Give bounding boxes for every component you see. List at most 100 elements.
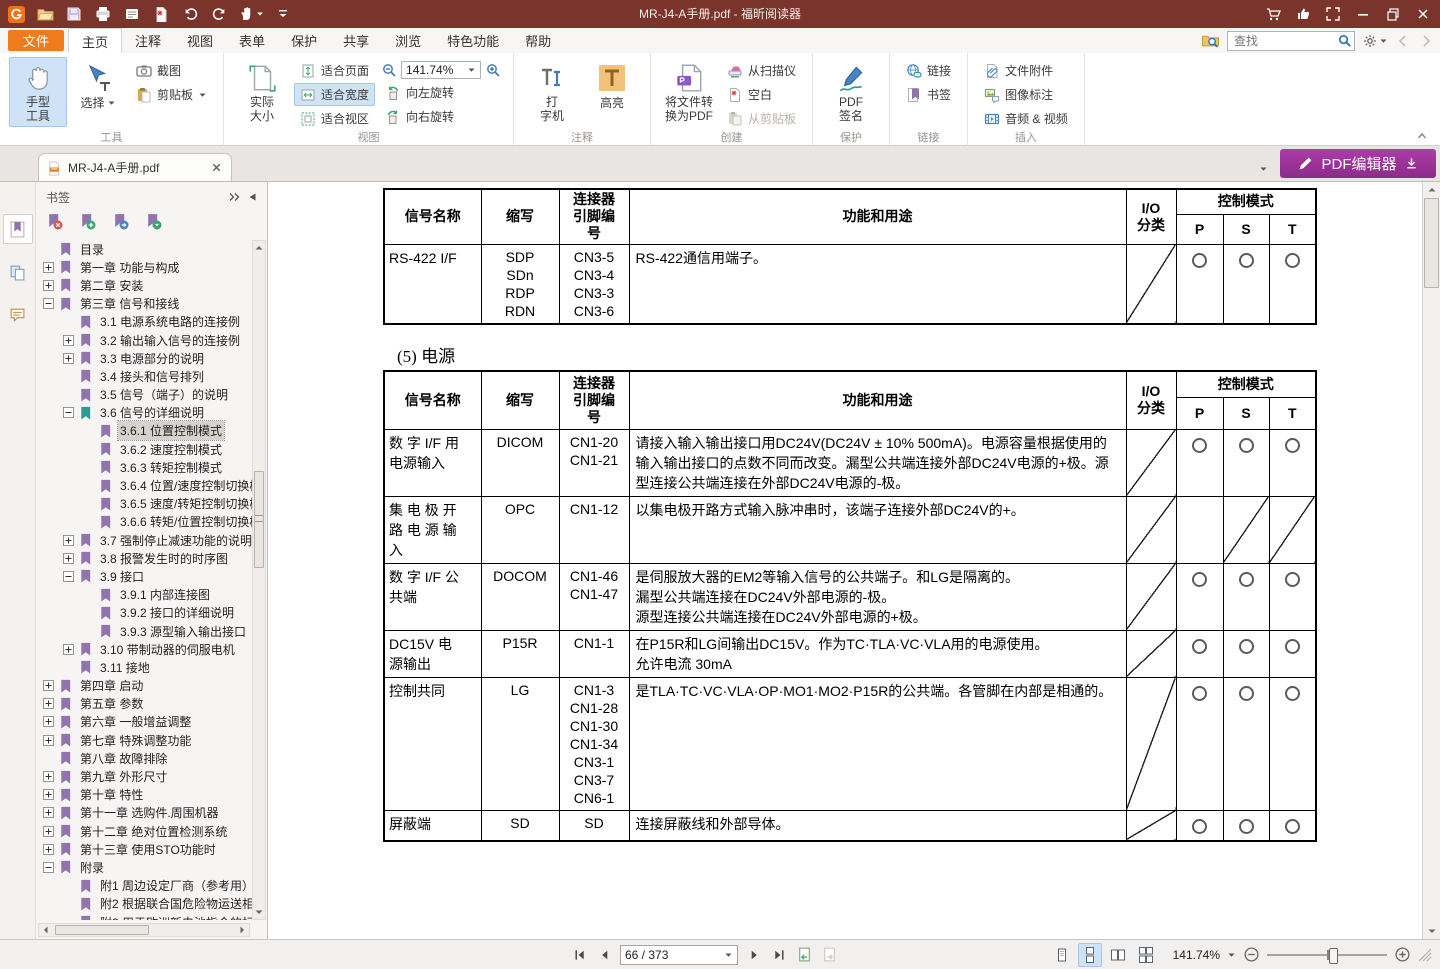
scroll-left-icon[interactable] — [39, 924, 52, 936]
close-tab-icon[interactable] — [210, 161, 223, 174]
bookmark-item[interactable]: 3.6.6 转矩/位置控制切换模式 — [36, 513, 252, 531]
rotate-right-button[interactable]: 向右旋转 — [379, 105, 503, 128]
bookmark-item[interactable]: 3.9 接口 — [36, 567, 252, 585]
add-bookmark-button[interactable] — [77, 212, 97, 230]
bookmark-item[interactable]: 3.5 信号（端子）的说明 — [36, 386, 252, 404]
bookmark-item[interactable]: 3.6.1 位置控制模式 — [36, 422, 252, 440]
bookmark-item[interactable]: 3.7 强制停止减速功能的说明 — [36, 531, 252, 549]
expand-bookmarks-button[interactable] — [143, 212, 163, 230]
pages-panel-button[interactable] — [4, 258, 32, 286]
close-button[interactable] — [1408, 2, 1438, 26]
bookmark-item[interactable]: 第七章 特殊调整功能 — [36, 731, 252, 749]
bookmark-item[interactable]: 第十一章 选购件.周围机器 — [36, 804, 252, 822]
expand-plus-icon[interactable] — [43, 735, 54, 746]
pdf-sign-button[interactable]: PDF 签名 — [822, 57, 880, 127]
email-button[interactable] — [122, 4, 142, 24]
collapse-minus-icon[interactable] — [63, 407, 74, 418]
redo-button[interactable] — [209, 4, 229, 24]
undo-button[interactable] — [180, 4, 200, 24]
collapse-minus-icon[interactable] — [43, 298, 54, 309]
comments-panel-button[interactable] — [4, 300, 32, 328]
tab-comment[interactable]: 注释 — [122, 28, 174, 53]
document-tab[interactable]: MR-J4-A手册.pdf — [38, 153, 232, 181]
fit-page-button[interactable]: 适合页面 — [294, 59, 375, 82]
bookmark-item[interactable]: 第九章 外形尺寸 — [36, 767, 252, 785]
scroll-up-icon[interactable] — [1423, 183, 1440, 196]
expand-plus-icon[interactable] — [43, 698, 54, 709]
zoom-slider-handle[interactable] — [1329, 948, 1338, 964]
bookmark-item[interactable]: 第十三章 使用STO功能时 — [36, 840, 252, 858]
search-input[interactable] — [1232, 33, 1337, 49]
search-icon[interactable] — [1337, 33, 1352, 48]
scrollbar-thumb[interactable] — [1424, 198, 1439, 288]
expand-panel-icon[interactable] — [225, 189, 243, 205]
expand-plus-icon[interactable] — [63, 644, 74, 655]
select-tool-button[interactable]: 选择 — [69, 57, 127, 127]
next-page-button[interactable] — [745, 945, 763, 965]
pdf-editor-button[interactable]: PDF编辑器 — [1280, 149, 1436, 178]
foxit-logo[interactable] — [6, 4, 26, 24]
highlight-button[interactable]: 高亮 — [583, 57, 641, 127]
collapse-minus-icon[interactable] — [43, 862, 54, 873]
bookmark-item[interactable]: 3.1 电源系统电路的连接例 — [36, 313, 252, 331]
collapse-minus-icon[interactable] — [63, 571, 74, 582]
gear-icon[interactable] — [1362, 33, 1388, 49]
document-vertical-scrollbar[interactable] — [1422, 182, 1440, 939]
expand-plus-icon[interactable] — [43, 280, 54, 291]
restore-button[interactable] — [1378, 2, 1408, 26]
scrollbar-thumb[interactable] — [55, 925, 149, 935]
history-back-icon[interactable] — [1395, 33, 1411, 49]
previous-view-button[interactable] — [795, 945, 813, 965]
continuous-layout-button[interactable] — [1078, 943, 1102, 967]
collapse-panel-icon[interactable] — [243, 189, 261, 205]
zoom-out-button[interactable] — [381, 62, 397, 78]
tab-form[interactable]: 表单 — [226, 28, 278, 53]
tab-view[interactable]: 视图 — [174, 28, 226, 53]
file-attachment-button[interactable]: 文件附件 — [978, 59, 1074, 82]
bookmark-item[interactable]: 第八章 故障排除 — [36, 749, 252, 767]
bookmark-item[interactable]: 附2 根据联合国危险物运送相 — [36, 895, 252, 913]
bookmark-item[interactable]: 3.4 接头和信号排列 — [36, 367, 252, 385]
page-number-combo[interactable]: 66 / 373 — [620, 945, 738, 965]
last-page-button[interactable] — [770, 945, 788, 965]
audio-video-button[interactable]: 音频 & 视频 — [978, 107, 1074, 130]
collapse-ribbon-button[interactable] — [1412, 128, 1432, 144]
facing-layout-button[interactable] — [1106, 943, 1130, 967]
bookmark-item[interactable]: 第五章 参数 — [36, 695, 252, 713]
bookmark-item[interactable]: 第四章 启动 — [36, 677, 252, 695]
save-button[interactable] — [64, 4, 84, 24]
hand-tool-button[interactable]: 手型 工具 — [9, 57, 67, 127]
bookmark-item[interactable]: 3.3 电源部分的说明 — [36, 349, 252, 367]
bookmark-item[interactable]: 3.9.1 内部连接图 — [36, 586, 252, 604]
from-scanner-button[interactable]: 从扫描仪 — [721, 59, 802, 82]
quick-tool-button[interactable] — [238, 4, 264, 24]
bookmark-item[interactable]: 第三章 信号和接线 — [36, 295, 252, 313]
bookmark-item[interactable]: 3.6.4 位置/速度控制切换模式 — [36, 476, 252, 494]
link-button[interactable]: 链接 — [900, 59, 957, 82]
bookmark-item[interactable]: 第二章 安装 — [36, 276, 252, 294]
new-document-button[interactable] — [151, 4, 171, 24]
facing-continuous-layout-button[interactable] — [1134, 943, 1158, 967]
tab-share[interactable]: 共享 — [330, 28, 382, 53]
open-file-button[interactable] — [35, 4, 55, 24]
bookmark-item[interactable]: 第六章 一般增益调整 — [36, 713, 252, 731]
scroll-down-icon[interactable] — [253, 906, 265, 919]
zoom-out-button[interactable] — [1243, 946, 1260, 963]
bookmark-item[interactable]: 3.6.2 速度控制模式 — [36, 440, 252, 458]
tab-features[interactable]: 特色功能 — [434, 28, 512, 53]
expand-plus-icon[interactable] — [43, 262, 54, 273]
first-page-button[interactable] — [570, 945, 588, 965]
bookmark-item[interactable]: 第一章 功能与构成 — [36, 258, 252, 276]
minimize-button[interactable] — [1348, 2, 1378, 26]
bookmark-item[interactable]: 3.10 带制动器的伺服电机 — [36, 640, 252, 658]
fit-visible-button[interactable]: 适合视区 — [294, 107, 375, 130]
typewriter-button[interactable]: 打 字机 — [523, 57, 581, 127]
bookmark-item[interactable]: 附录 — [36, 858, 252, 876]
store-button[interactable] — [1258, 2, 1288, 26]
bookmark-item[interactable]: 3.9.3 源型输入输出接口 — [36, 622, 252, 640]
customize-toolbar-button[interactable] — [273, 4, 293, 24]
expand-plus-icon[interactable] — [63, 535, 74, 546]
print-button[interactable] — [93, 4, 113, 24]
bookmark-item[interactable]: 3.6 信号的详细说明 — [36, 404, 252, 422]
bookmark-item[interactable]: 附3 用于欧洲新电池指令的标 — [36, 913, 252, 920]
